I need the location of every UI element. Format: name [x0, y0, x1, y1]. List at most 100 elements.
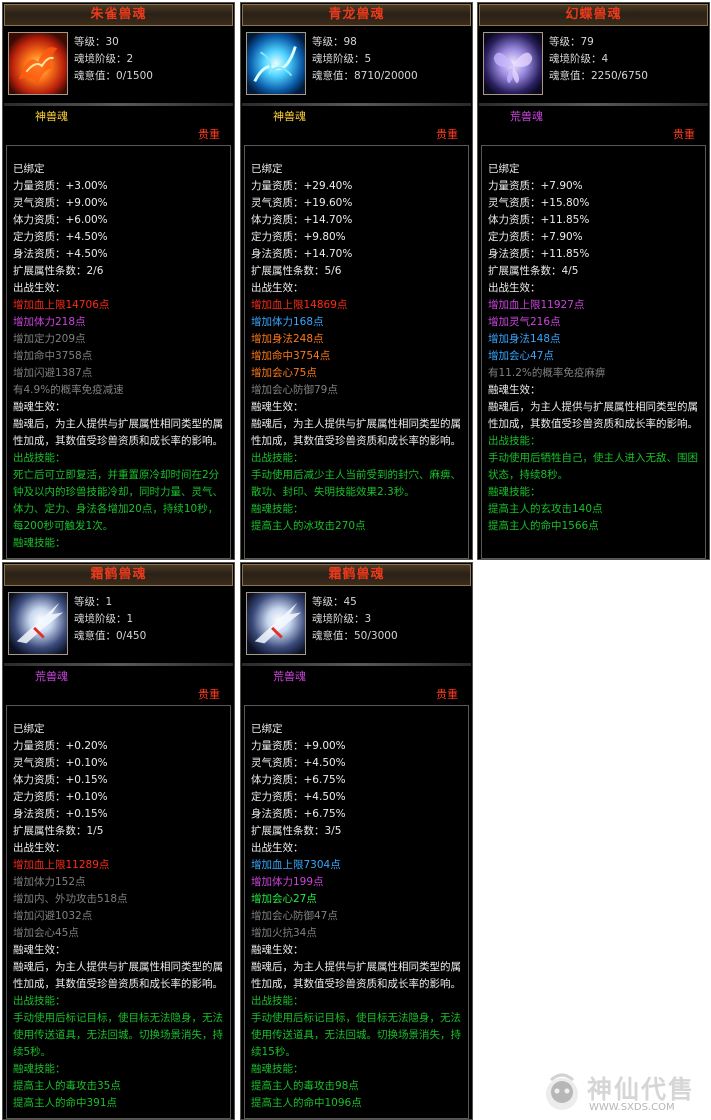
attribute-line: 定力资质：+9.80%: [251, 231, 346, 243]
frost-crane-icon[interactable]: [8, 592, 68, 655]
watermark: 神仙代售 WWW.SXDS.COM: [541, 1068, 701, 1116]
level-value: 等级：45: [312, 596, 357, 608]
attribute-line: 增加会心27点: [251, 893, 317, 905]
level-value: 等级：98: [312, 36, 357, 48]
attribute-line: 力量资质：+29.40%: [251, 180, 353, 192]
phantom-butterfly-icon[interactable]: [483, 32, 543, 95]
attribute-line: 增加体力199点: [251, 876, 324, 888]
attribute-line: 提高主人的毒攻击35点: [13, 1080, 121, 1092]
attribute-line: 身法资质：+11.85%: [488, 248, 590, 260]
attribute-line: 灵气资质：+15.80%: [488, 197, 590, 209]
card-title: 朱雀兽魂: [4, 4, 233, 26]
attribute-line: 融魂生效：: [488, 384, 541, 396]
divider: [4, 663, 233, 666]
attribute-line: 提高主人的毒攻击98点: [251, 1080, 359, 1092]
attribute-line: 增加身法248点: [251, 333, 324, 345]
attribute-line: 灵气资质：+19.60%: [251, 197, 353, 209]
soul-type-label: 神兽魂: [273, 110, 306, 123]
attribute-line: 扩展属性条数：1/5: [13, 825, 104, 837]
attribute-line: 增加定力209点: [13, 333, 86, 345]
attribute-line: 融魂后，为主人提供与扩展属性相同类型的属性加成，其数值受珍兽资质和成长率的影响。: [13, 418, 223, 447]
soul-will-value: 魂意值：50/3000: [312, 630, 398, 642]
mascot-logo-icon: [546, 1073, 578, 1110]
attribute-line: 增加命中3758点: [13, 350, 93, 362]
attribute-line: 出战生效：: [251, 282, 304, 294]
attribute-line: 增加血上限7304点: [251, 859, 341, 871]
attribute-line: 已绑定: [251, 163, 283, 175]
attribute-line: 融魂后，为主人提供与扩展属性相同类型的属性加成，其数值受珍兽资质和成长率的影响。: [488, 401, 698, 430]
attribute-line: 定力资质：+0.10%: [13, 791, 108, 803]
soul-will-value: 魂意值：0/450: [74, 630, 147, 642]
rarity-label: 贵重: [198, 688, 220, 701]
attribute-line: 身法资质：+0.15%: [13, 808, 108, 820]
attribute-line: 力量资质：+0.20%: [13, 740, 108, 752]
attribute-line: 增加闪避1387点: [13, 367, 93, 379]
watermark-title: 神仙代售: [587, 1075, 696, 1104]
attribute-line: 增加会心防御79点: [251, 384, 338, 396]
attribute-line: 有11.2%的概率免疫麻痹: [488, 367, 606, 379]
attribute-line: 融魂技能：: [488, 486, 541, 498]
attribute-line: 增加体力218点: [13, 316, 86, 328]
attribute-line: 提高主人的冰攻击270点: [251, 520, 366, 532]
attribute-line: 扩展属性条数：3/5: [251, 825, 342, 837]
attribute-line: 有4.9%的概率免疫减速: [13, 384, 124, 396]
attribute-line: 融魂技能：: [251, 503, 304, 515]
attribute-line: 身法资质：+6.75%: [251, 808, 346, 820]
attribute-line: 灵气资质：+9.00%: [13, 197, 108, 209]
soul-will-value: 魂意值：8710/20000: [312, 70, 418, 82]
attribute-line: 定力资质：+4.50%: [251, 791, 346, 803]
attribute-line: 增加体力152点: [13, 876, 86, 888]
attribute-line: 融魂后，为主人提供与扩展属性相同类型的属性加成，其数值受珍兽资质和成长率的影响。: [13, 961, 223, 990]
vermilion-bird-icon[interactable]: [8, 32, 68, 95]
azure-dragon-icon[interactable]: [246, 32, 306, 95]
soul-type-label: 荒兽魂: [273, 670, 306, 683]
attribute-line: 已绑定: [13, 163, 45, 175]
rarity-label: 贵重: [436, 688, 458, 701]
soul-card-huandie: 幻蝶兽魂 等级：79 魂境阶级：4 魂意值：2250/6750 荒兽魂 贵重 已…: [477, 2, 710, 560]
attribute-line: 增加闪避1032点: [13, 910, 93, 922]
soul-card-qinglong: 青龙兽魂 等级：98 魂境阶级：5 魂意值：8710/20000 神兽魂 贵重 …: [240, 2, 473, 560]
attribute-line: 融魂技能：: [251, 1063, 304, 1075]
attribute-line: 增加会心75点: [251, 367, 317, 379]
card-title: 青龙兽魂: [242, 4, 471, 26]
description-panel: 已绑定 力量资质：+3.00% 灵气资质：+9.00% 体力资质：+6.00% 定力资质…: [6, 145, 231, 559]
level-value: 等级：30: [74, 36, 119, 48]
attribute-line: 出战生效：: [13, 842, 66, 854]
attribute-line: 增加血上限14706点: [13, 299, 110, 311]
attribute-line: 出战生效：: [13, 282, 66, 294]
description-panel: 已绑定 力量资质：+7.90% 灵气资质：+15.80% 体力资质：+11.85% 定力…: [481, 145, 706, 559]
attribute-line: 定力资质：+7.90%: [488, 231, 583, 243]
rarity-label: 贵重: [198, 128, 220, 141]
realm-value: 魂境阶级：4: [549, 53, 609, 65]
attribute-line: 增加血上限11289点: [13, 859, 110, 871]
card-title: 霜鹤兽魂: [242, 564, 471, 586]
level-value: 等级：79: [549, 36, 594, 48]
frost-crane-icon[interactable]: [246, 592, 306, 655]
divider: [479, 103, 708, 106]
attribute-line: 扩展属性条数：2/6: [13, 265, 104, 277]
attribute-line: 出战技能：: [13, 995, 66, 1007]
attribute-line: 提高主人的命中1566点: [488, 520, 599, 532]
attribute-line: 增加命中3754点: [251, 350, 331, 362]
attribute-line: 增加血上限11927点: [488, 299, 585, 311]
soul-type-label: 神兽魂: [35, 110, 68, 123]
attribute-line: 增加会心45点: [13, 927, 79, 939]
description-panel: 已绑定力量资质：+29.40% 灵气资质：+19.60% 体力资质：+14.70% 定…: [244, 145, 469, 559]
attribute-line: 融魂后，为主人提供与扩展属性相同类型的属性加成，其数值受珍兽资质和成长率的影响。: [251, 961, 461, 990]
attribute-line: 已绑定: [251, 723, 283, 735]
attribute-line: 灵气资质：+0.10%: [13, 757, 108, 769]
attribute-line: 增加火抗34点: [251, 927, 317, 939]
attribute-line: 提高主人的命中391点: [13, 1097, 118, 1109]
soul-type-label: 荒兽魂: [35, 670, 68, 683]
attribute-line: 力量资质：+9.00%: [251, 740, 346, 752]
attribute-line: 增加身法148点: [488, 333, 561, 345]
attribute-line: 出战技能：: [251, 452, 304, 464]
attribute-line: 增加灵气216点: [488, 316, 561, 328]
realm-value: 魂境阶级：2: [74, 53, 134, 65]
card-title: 霜鹤兽魂: [4, 564, 233, 586]
attribute-line: 体力资质：+14.70%: [251, 214, 353, 226]
rarity-label: 贵重: [673, 128, 695, 141]
attribute-line: 出战技能：: [251, 995, 304, 1007]
attribute-line: 出战技能：: [13, 452, 66, 464]
attribute-line: 融魂生效：: [13, 401, 66, 413]
